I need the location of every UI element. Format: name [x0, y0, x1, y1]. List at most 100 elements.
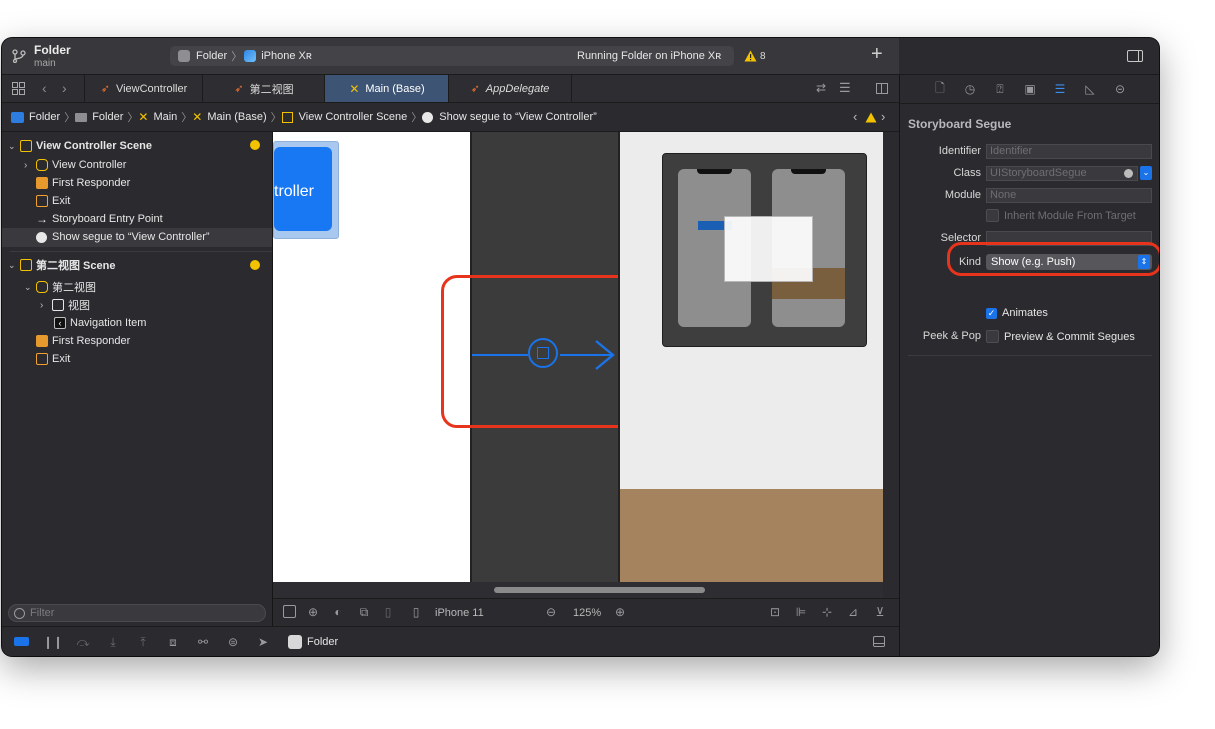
resolve-issues-icon[interactable]: ⊿ — [846, 605, 860, 619]
connections-inspector-icon[interactable]: ⊝ — [1113, 82, 1127, 96]
pause-icon[interactable]: ❙❙ — [43, 635, 63, 649]
device-name[interactable]: iPhone 11 — [435, 607, 484, 619]
class-arrow-icon[interactable] — [1124, 169, 1133, 178]
activity-viewer[interactable]: Folder 〉 iPhone Xʀ Running Folder on iPh… — [170, 46, 734, 66]
inherit-module-checkbox[interactable]: Inherit Module From Target — [986, 209, 1136, 222]
location-icon[interactable]: ➤ — [256, 635, 270, 649]
chevron-right-icon: 〉 — [231, 51, 243, 63]
tab-main-base[interactable]: ✕ Main (Base) — [324, 75, 449, 102]
outline-item-segue[interactable]: Show segue to “View Controller” — [36, 228, 210, 246]
chevron-right-icon: 〉 — [64, 112, 76, 124]
outline-item-first-responder-2[interactable]: First Responder — [36, 332, 130, 350]
attributes-inspector-icon[interactable]: ☰ — [1053, 82, 1067, 96]
related-items-icon[interactable] — [12, 82, 25, 95]
chevron-left-icon[interactable]: ‹ — [853, 109, 857, 124]
scheme-name[interactable]: Folder — [196, 50, 227, 62]
controller-button-label: troller — [274, 183, 315, 200]
storyboard-canvas[interactable]: troller — [273, 132, 883, 582]
outline-scene-1[interactable]: ⌄ View Controller Scene — [8, 137, 152, 155]
outline-toggle-icon[interactable] — [283, 605, 296, 618]
peek-pop-checkbox[interactable]: Preview & Commit Segues — [986, 330, 1135, 343]
canvas-toolbar: ⊕ ◐ ⧉ ▯ ▯ iPhone 11 ⊖ 125% ⊕ ⊡ ⊫ ⊹ ⊿ ⊻ — [273, 598, 899, 626]
step-out-icon[interactable]: ⤒ — [136, 635, 150, 649]
environment-icon[interactable]: ⊜ — [226, 635, 240, 649]
outline-item-navigation-item[interactable]: ‹ Navigation Item — [54, 314, 146, 332]
canvas-horizontal-scrollbar[interactable] — [494, 587, 705, 593]
outline-item-view-controller[interactable]: › View Controller — [24, 156, 126, 174]
tab-appdelegate[interactable]: ➶ AppDelegate — [448, 75, 572, 102]
inspector: 🗋 ◷ ⍰ ▣ ☰ ◺ ⊝ Storyboard Segue Identifie… — [900, 75, 1159, 656]
device-name[interactable]: iPhone Xʀ — [261, 50, 312, 62]
zoom-in-icon[interactable]: ⊕ — [613, 605, 627, 619]
debug-target[interactable]: Folder — [307, 636, 338, 648]
help-inspector-icon[interactable]: ⍰ — [993, 82, 1007, 96]
segue-highlight-ring — [441, 275, 645, 428]
segue-icon — [422, 111, 434, 123]
outline-item-view[interactable]: › 视图 — [40, 296, 90, 314]
back-icon[interactable]: ‹ — [42, 80, 47, 96]
identity-inspector-icon[interactable]: ▣ — [1023, 82, 1037, 96]
class-dropdown-icon[interactable]: ⌄ — [1140, 166, 1152, 180]
jump-item[interactable]: Show segue to “View Controller” — [439, 111, 597, 123]
update-frames-icon[interactable]: ⊡ — [768, 605, 782, 619]
outline-item-entry-point[interactable]: → Storyboard Entry Point — [36, 210, 163, 228]
size-inspector-icon[interactable]: ◺ — [1083, 82, 1097, 96]
outline-item-exit-2[interactable]: Exit — [36, 350, 70, 368]
align-icon[interactable]: ⊫ — [794, 605, 808, 619]
pin-icon[interactable]: ⊹ — [820, 605, 834, 619]
outline-item-first-responder[interactable]: First Responder — [36, 174, 130, 192]
layout-icon[interactable]: ▯ — [381, 605, 395, 619]
scene-icon — [20, 259, 32, 271]
chevron-right-icon: 〉 — [127, 112, 139, 124]
identifier-label: Identifier — [938, 145, 981, 157]
scene-title: 第二视图 Scene — [36, 260, 116, 272]
compare-icon[interactable]: ⇄ — [816, 81, 826, 95]
step-over-icon[interactable]: ⤼ — [76, 635, 90, 649]
orientation-icon[interactable]: ⧉ — [357, 605, 371, 619]
jump-item[interactable]: Main — [153, 111, 177, 123]
chevron-right-icon[interactable]: › — [881, 109, 885, 124]
outline-scene-2[interactable]: ⌄ 第二视图 Scene — [8, 256, 115, 274]
jump-item[interactable]: View Controller Scene — [299, 111, 408, 123]
file-inspector-icon[interactable]: 🗋 — [933, 81, 947, 96]
outline-item-exit[interactable]: Exit — [36, 192, 70, 210]
embed-icon[interactable]: ⊻ — [873, 605, 887, 619]
appearance-icon[interactable]: ◐ — [331, 605, 345, 619]
view-hierarchy-icon[interactable]: ⧈ — [166, 635, 180, 649]
module-field[interactable]: None — [986, 188, 1152, 203]
project-icon — [11, 111, 24, 123]
warnings-indicator[interactable]: 8 — [744, 50, 766, 62]
animates-checkbox[interactable]: ✓ Animates — [986, 307, 1048, 319]
outline-item-second-controller[interactable]: ⌄ 第二视图 — [24, 278, 96, 296]
add-icon[interactable]: + — [871, 44, 883, 64]
jump-item[interactable]: Folder — [92, 111, 123, 123]
hide-debug-icon[interactable] — [14, 637, 29, 646]
accessibility-icon[interactable]: ⊕ — [306, 605, 320, 619]
memory-graph-icon[interactable]: ⚯ — [196, 635, 210, 649]
outline-label: Exit — [52, 195, 71, 207]
jump-item[interactable]: Main (Base) — [207, 111, 266, 123]
history-inspector-icon[interactable]: ◷ — [963, 82, 977, 96]
storyboard-icon: ✕ — [192, 110, 203, 124]
split-editor-icon[interactable] — [876, 83, 888, 94]
zoom-level[interactable]: 125% — [573, 607, 601, 619]
console-toggle-icon[interactable] — [873, 636, 885, 647]
outline-filter[interactable]: Filter — [8, 604, 266, 622]
identifier-field[interactable]: Identifier — [986, 144, 1152, 159]
class-field[interactable]: UIStoryboardSegue — [986, 166, 1138, 181]
zoom-out-icon[interactable]: ⊖ — [544, 605, 558, 619]
inspector-toggle-icon[interactable] — [1127, 50, 1143, 62]
navigation-item-icon: ‹ — [54, 317, 66, 329]
jump-item[interactable]: Folder — [29, 111, 60, 123]
warning-icon[interactable] — [865, 112, 877, 123]
step-in-icon[interactable]: ⤓ — [106, 635, 120, 649]
tab-second-view[interactable]: ➶ 第二视图 — [202, 75, 325, 102]
exit-icon — [36, 353, 48, 365]
storyboard-icon: ✕ — [138, 110, 149, 124]
device-phone-icon[interactable]: ▯ — [409, 605, 423, 619]
editor-options-icon[interactable]: ☰ — [839, 80, 851, 96]
forward-icon[interactable]: › — [62, 80, 67, 96]
controller-button[interactable]: troller — [273, 141, 339, 239]
branch-icon — [12, 49, 26, 63]
tab-viewcontroller[interactable]: ➶ ViewController — [84, 75, 203, 102]
